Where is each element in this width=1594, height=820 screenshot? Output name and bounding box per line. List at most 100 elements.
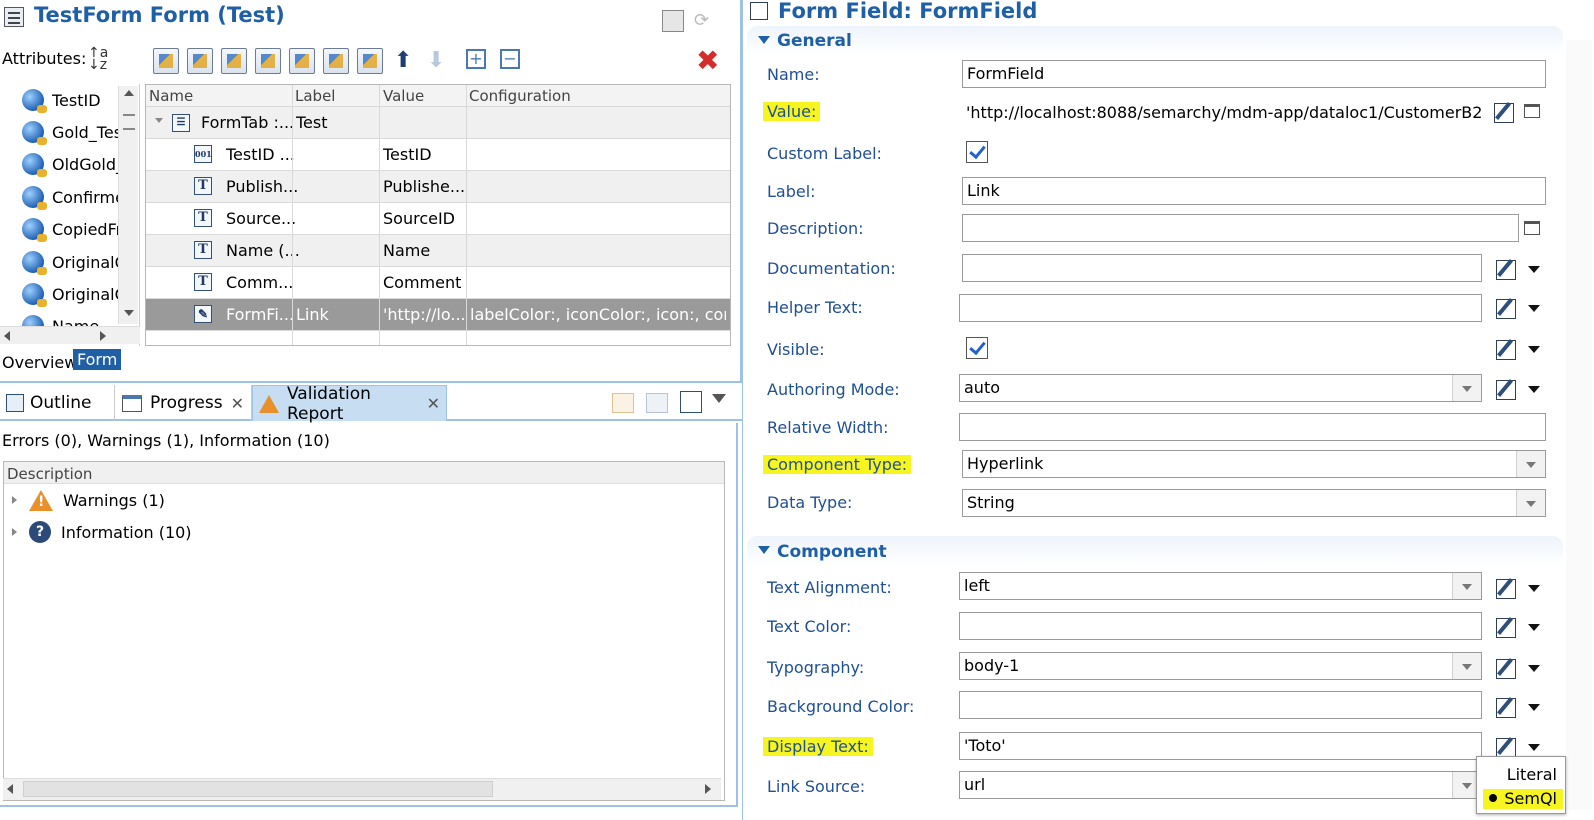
edit-expression-icon[interactable] xyxy=(1494,378,1516,400)
save-icon[interactable] xyxy=(662,10,684,32)
chevron-down-icon[interactable] xyxy=(1528,386,1540,393)
edit-expression-icon[interactable] xyxy=(1494,577,1516,599)
add-table-icon[interactable] xyxy=(289,48,315,74)
menu-item-semql[interactable]: SemQl xyxy=(1504,789,1557,808)
chevron-down-icon[interactable] xyxy=(1528,305,1540,312)
expand-all-icon[interactable]: + xyxy=(466,49,486,69)
add-chart-icon[interactable] xyxy=(323,48,349,74)
table-row[interactable]: T Name (... Name xyxy=(146,235,730,267)
tab-validation-report[interactable]: Validation Report ✕ xyxy=(252,384,447,424)
scroll-right-icon[interactable] xyxy=(100,331,106,341)
tree-item[interactable]: TestID xyxy=(22,84,101,116)
scroll-thumb[interactable] xyxy=(123,114,135,130)
collapse-arrow-icon[interactable] xyxy=(155,118,163,123)
edit-expression-icon[interactable] xyxy=(1494,736,1516,758)
view-menu-icon[interactable] xyxy=(712,394,726,403)
close-icon[interactable]: ✕ xyxy=(231,394,244,413)
validation-horizontal-scrollbar[interactable] xyxy=(3,778,721,800)
tree-horizontal-scrollbar[interactable] xyxy=(0,326,140,344)
general-section-header[interactable] xyxy=(747,26,1563,56)
relative-width-field[interactable] xyxy=(959,413,1546,441)
component-section-title[interactable]: Component xyxy=(777,542,887,562)
sort-az-icon[interactable]: ↑a ↓z xyxy=(88,46,108,72)
add-section-icon[interactable] xyxy=(187,48,213,74)
export-icon[interactable] xyxy=(680,391,702,413)
visible-checkbox[interactable] xyxy=(966,337,988,359)
list-item-warnings[interactable]: Warnings (1) xyxy=(12,485,165,515)
typography-select[interactable]: body-1 xyxy=(959,652,1482,680)
tab-overview[interactable]: Overview xyxy=(0,351,79,374)
description-field[interactable] xyxy=(962,214,1519,242)
authoring-mode-select[interactable]: auto xyxy=(959,374,1482,402)
add-field-icon[interactable] xyxy=(221,48,247,74)
col-header-value[interactable]: Value xyxy=(383,87,424,105)
tab-progress[interactable]: Progress ✕ xyxy=(116,385,252,421)
edit-expression-icon[interactable] xyxy=(1494,258,1516,280)
chevron-down-icon[interactable] xyxy=(1528,624,1540,631)
scroll-thumb[interactable] xyxy=(23,781,493,797)
table-row[interactable]: T Source... SourceID xyxy=(146,203,730,235)
value-field[interactable]: 'http://localhost:8088/semarchy/mdm-app/… xyxy=(966,103,1482,122)
properties-scrollbar[interactable] xyxy=(1566,40,1592,810)
column-divider[interactable] xyxy=(292,85,293,345)
link-source-select[interactable]: url xyxy=(959,771,1482,799)
refresh-icon[interactable]: ⟳ xyxy=(694,10,716,32)
list-item-information[interactable]: ? Information (10) xyxy=(12,517,192,547)
table-row[interactable]: T Publish... Publishe... xyxy=(146,171,730,203)
table-row[interactable]: 001 TestID ... TestID xyxy=(146,139,730,171)
add-reference-icon[interactable] xyxy=(255,48,281,74)
collapse-arrow-icon[interactable] xyxy=(758,36,770,44)
label-field[interactable]: Link xyxy=(962,177,1546,205)
text-color-field[interactable] xyxy=(959,612,1482,640)
move-up-icon[interactable]: ⬆ xyxy=(394,48,412,73)
name-field[interactable]: FormField xyxy=(962,60,1546,88)
collapse-arrow-icon[interactable] xyxy=(758,546,770,554)
tree-item[interactable]: Gold_Tes xyxy=(22,116,122,148)
table-row[interactable]: T Comm... Comment xyxy=(146,267,730,299)
documentation-field[interactable] xyxy=(962,254,1482,282)
edit-expression-icon[interactable] xyxy=(1494,616,1516,638)
general-section-title[interactable]: General xyxy=(777,31,852,51)
tab-outline[interactable]: Outline xyxy=(0,385,115,421)
edit-expression-icon[interactable] xyxy=(1494,338,1516,360)
scroll-down-icon[interactable] xyxy=(124,310,134,316)
expand-arrow-icon[interactable] xyxy=(12,496,17,504)
close-icon[interactable]: ✕ xyxy=(427,394,440,413)
edit-expression-icon[interactable] xyxy=(1494,696,1516,718)
edit-expression-icon[interactable] xyxy=(1494,297,1516,319)
tree-item[interactable]: CopiedFr xyxy=(22,213,122,245)
chevron-down-icon[interactable] xyxy=(1528,665,1540,672)
table-row[interactable]: ☰ FormTab :... Test xyxy=(146,107,730,139)
helper-text-field[interactable] xyxy=(959,294,1482,322)
navigate-icon[interactable] xyxy=(612,393,634,413)
add-tab-icon[interactable] xyxy=(357,48,383,74)
col-header-name[interactable]: Name xyxy=(149,87,193,105)
background-color-field[interactable] xyxy=(959,691,1482,719)
chevron-down-icon[interactable] xyxy=(1528,585,1540,592)
chevron-down-icon[interactable] xyxy=(1528,346,1540,353)
edit-expression-icon[interactable] xyxy=(1492,101,1514,123)
delete-icon[interactable]: ✖ xyxy=(696,44,719,77)
col-header-label[interactable]: Label xyxy=(295,87,335,105)
tree-item[interactable]: OldGold_ xyxy=(22,148,124,180)
tree-item[interactable]: OriginalC xyxy=(22,278,126,310)
tab-form[interactable]: Form xyxy=(73,349,122,370)
add-attribute-icon[interactable] xyxy=(153,48,179,74)
move-down-icon[interactable]: ⬇ xyxy=(427,48,445,73)
open-dialog-icon[interactable] xyxy=(1524,104,1540,118)
open-dialog-icon[interactable] xyxy=(1524,221,1540,235)
scroll-up-icon[interactable] xyxy=(124,90,134,96)
col-header-configuration[interactable]: Configuration xyxy=(469,87,571,105)
scroll-left-icon[interactable] xyxy=(7,784,13,794)
column-divider[interactable] xyxy=(379,85,380,345)
text-alignment-select[interactable]: left xyxy=(959,572,1482,600)
custom-label-checkbox[interactable] xyxy=(966,141,988,163)
scroll-right-icon[interactable] xyxy=(705,784,711,794)
tree-item[interactable]: OriginalG xyxy=(22,246,127,278)
col-header-description[interactable]: Description xyxy=(4,462,724,484)
tree-item[interactable]: Confirme xyxy=(22,181,125,213)
scroll-left-icon[interactable] xyxy=(4,331,10,341)
edit-expression-icon[interactable] xyxy=(1494,657,1516,679)
component-type-select[interactable]: Hyperlink xyxy=(962,450,1546,478)
chevron-down-icon[interactable] xyxy=(1528,744,1540,751)
